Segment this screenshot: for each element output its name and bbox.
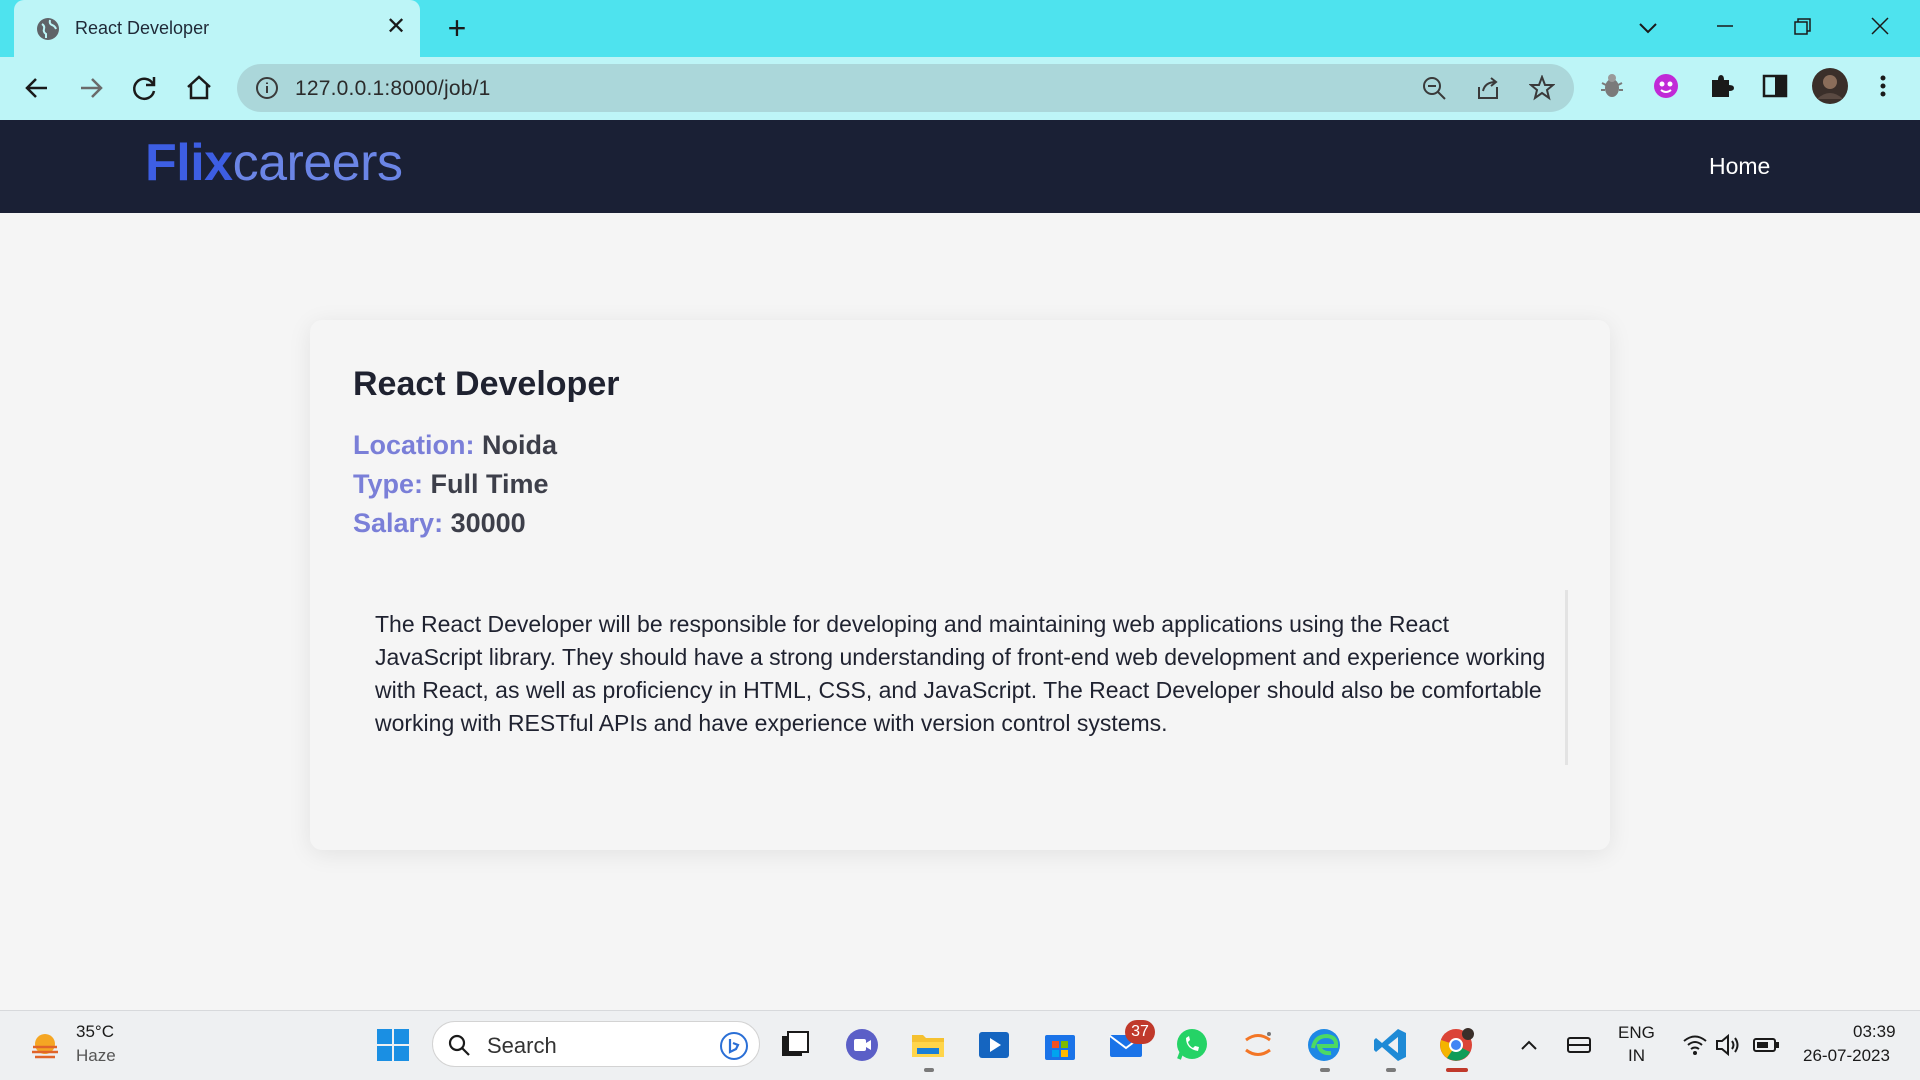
battery-icon[interactable] (1751, 1030, 1781, 1060)
jupyter-icon[interactable] (1239, 1026, 1277, 1064)
type-value: Full Time (430, 469, 549, 499)
nav-home-link[interactable]: Home (1709, 153, 1770, 180)
job-description: The React Developer will be responsible … (375, 611, 1546, 736)
file-explorer-icon[interactable] (909, 1026, 947, 1064)
side-panel-icon[interactable] (1760, 71, 1790, 101)
zoom-icon[interactable] (1421, 75, 1447, 101)
browser-tab-strip: React Developer ✕ + (0, 0, 1920, 57)
media-player-icon[interactable] (975, 1026, 1013, 1064)
globe-icon (37, 18, 59, 40)
salary-label: Salary: (353, 508, 444, 538)
browser-tab[interactable]: React Developer ✕ (14, 0, 420, 57)
vscode-icon[interactable] (1371, 1026, 1409, 1064)
search-placeholder: Search (487, 1033, 557, 1058)
region-indicator[interactable]: IN (1628, 1046, 1645, 1066)
taskbar-search[interactable]: Search (432, 1021, 760, 1067)
extensions-puzzle-icon[interactable] (1706, 71, 1736, 101)
taskbar (0, 1010, 1920, 1080)
home-icon[interactable] (182, 71, 216, 105)
forward-icon[interactable] (74, 71, 108, 105)
vscode-running-indicator (1386, 1068, 1396, 1072)
weather-haze-icon[interactable] (28, 1029, 62, 1063)
tab-title: React Developer (75, 18, 210, 38)
reload-icon[interactable] (128, 71, 162, 105)
show-hidden-icons-chevron[interactable] (1514, 1030, 1544, 1060)
restore-icon[interactable] (1784, 10, 1820, 46)
site-info-icon[interactable] (255, 76, 279, 100)
share-icon[interactable] (1475, 75, 1501, 101)
whatsapp-icon[interactable] (1173, 1026, 1211, 1064)
job-location-row: Location: Noida (353, 430, 557, 461)
job-title: React Developer (353, 365, 620, 403)
address-bar[interactable]: 127.0.0.1:8000/job/1 (237, 64, 1574, 112)
edge-running-indicator (1320, 1068, 1330, 1072)
clock-time[interactable]: 03:39 (1853, 1022, 1896, 1042)
browser-toolbar: 127.0.0.1:8000/job/1 (0, 57, 1920, 120)
logo-careers: careers (232, 134, 403, 192)
explorer-running-indicator (924, 1068, 934, 1072)
task-view-icon[interactable] (776, 1026, 814, 1064)
location-label: Location: (353, 430, 475, 460)
chrome-icon[interactable] (1437, 1026, 1475, 1064)
job-detail-card: React Developer Location: Noida Type: Fu… (310, 320, 1610, 850)
bug-extension-icon[interactable] (1597, 71, 1627, 101)
chrome-active-indicator (1446, 1068, 1468, 1072)
tab-search-chevron-icon[interactable] (1630, 10, 1666, 46)
job-type-row: Type: Full Time (353, 469, 549, 500)
bing-icon[interactable] (719, 1031, 749, 1061)
clock-date[interactable]: 26-07-2023 (1803, 1046, 1890, 1066)
edge-browser-icon[interactable] (1305, 1026, 1343, 1064)
microsoft-store-icon[interactable] (1041, 1026, 1079, 1064)
purple-extension-icon[interactable] (1651, 71, 1681, 101)
type-label: Type: (353, 469, 424, 499)
url-text[interactable]: 127.0.0.1:8000/job/1 (295, 77, 491, 101)
browser-menu-icon[interactable] (1868, 71, 1898, 101)
teams-chat-icon[interactable] (843, 1026, 881, 1064)
profile-avatar[interactable] (1811, 67, 1849, 105)
mail-unread-badge: 37 (1125, 1020, 1155, 1044)
volume-icon[interactable] (1713, 1030, 1743, 1060)
site-navbar: Flixcareers Home (0, 120, 1920, 213)
new-tab-button[interactable]: + (440, 12, 474, 46)
language-indicator[interactable]: ENG (1618, 1023, 1655, 1043)
tab-close-icon[interactable]: ✕ (381, 12, 411, 42)
close-window-icon[interactable] (1862, 10, 1898, 46)
salary-value: 30000 (450, 508, 526, 538)
tablet-keyboard-icon[interactable] (1564, 1030, 1594, 1060)
job-salary-row: Salary: 30000 (353, 508, 526, 539)
bookmark-star-icon[interactable] (1529, 75, 1555, 101)
description-scrollbar[interactable] (1565, 590, 1568, 765)
search-icon (448, 1034, 470, 1056)
back-icon[interactable] (20, 71, 54, 105)
site-logo[interactable]: Flixcareers (145, 132, 403, 194)
minimize-icon[interactable] (1707, 10, 1743, 46)
windows-start-icon[interactable] (374, 1026, 412, 1064)
weather-condition[interactable]: Haze (76, 1046, 116, 1066)
wifi-icon[interactable] (1680, 1030, 1710, 1060)
location-value: Noida (482, 430, 558, 460)
logo-flix: Flix (145, 134, 233, 192)
weather-temp[interactable]: 35°C (76, 1022, 114, 1042)
